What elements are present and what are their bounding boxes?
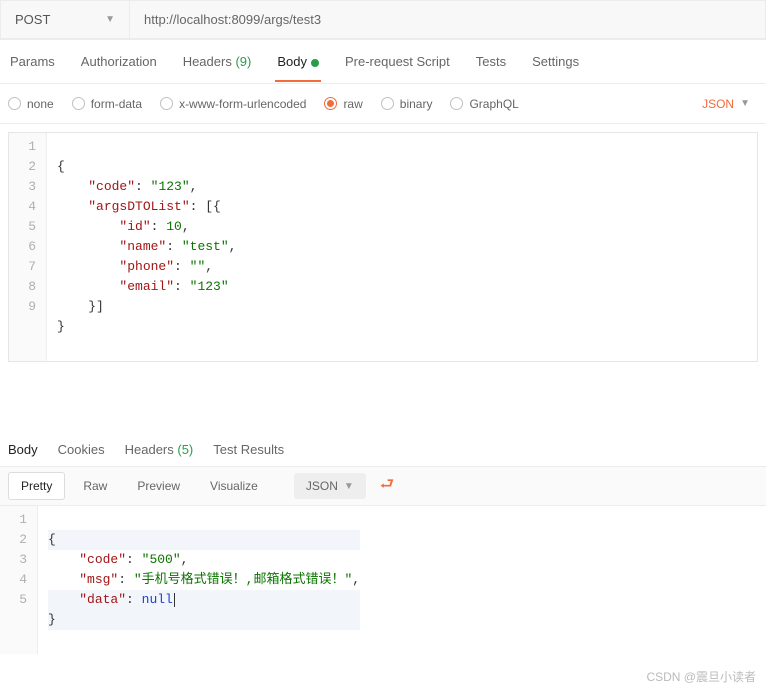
- tab-body[interactable]: Body: [275, 42, 321, 81]
- radio-urlencoded[interactable]: x-www-form-urlencoded: [160, 97, 306, 111]
- editor-code[interactable]: { "code": "500", "msg": "手机号格式错误！,邮箱格式错误…: [38, 506, 370, 654]
- tab-params[interactable]: Params: [8, 42, 57, 81]
- view-raw[interactable]: Raw: [71, 473, 119, 499]
- chevron-down-icon: ▼: [740, 98, 750, 109]
- tab-tests[interactable]: Tests: [474, 42, 508, 81]
- editor-code[interactable]: { "code": "123", "argsDTOList": [{ "id":…: [47, 133, 246, 361]
- view-preview[interactable]: Preview: [125, 473, 192, 499]
- url-input[interactable]: http://localhost:8099/args/test3: [130, 0, 766, 39]
- resp-tab-test-results[interactable]: Test Results: [213, 434, 284, 465]
- response-body-editor[interactable]: 1 2 3 4 5 { "code": "500", "msg": "手机号格式…: [0, 506, 766, 654]
- body-type-row: none form-data x-www-form-urlencoded raw…: [0, 84, 766, 124]
- wrap-lines-icon[interactable]: ⮐: [372, 469, 402, 504]
- editor-gutter: 1 2 3 4 5 6 7 8 9: [9, 133, 47, 361]
- radio-form-data[interactable]: form-data: [72, 97, 142, 111]
- watermark: CSDN @震旦小读者: [0, 654, 766, 691]
- request-body-editor[interactable]: 1 2 3 4 5 6 7 8 9 { "code": "123", "args…: [8, 132, 758, 362]
- response-format-select[interactable]: JSON ▼: [294, 473, 366, 499]
- resp-tab-body[interactable]: Body: [8, 434, 38, 465]
- resp-tab-headers[interactable]: Headers (5): [125, 434, 194, 465]
- view-pretty[interactable]: Pretty: [8, 472, 65, 500]
- tab-settings[interactable]: Settings: [530, 42, 581, 81]
- tab-authorization[interactable]: Authorization: [79, 42, 159, 81]
- radio-none[interactable]: none: [8, 97, 54, 111]
- response-view-row: Pretty Raw Preview Visualize JSON ▼ ⮐: [0, 466, 766, 506]
- view-visualize[interactable]: Visualize: [198, 473, 270, 499]
- url-value: http://localhost:8099/args/test3: [144, 12, 321, 27]
- editor-gutter: 1 2 3 4 5: [0, 506, 38, 654]
- body-format-select[interactable]: JSON ▼: [702, 97, 758, 111]
- resp-tab-cookies[interactable]: Cookies: [58, 434, 105, 465]
- request-tabs: Params Authorization Headers (9) Body Pr…: [0, 40, 766, 84]
- radio-graphql[interactable]: GraphQL: [450, 97, 518, 111]
- chevron-down-icon: ▼: [344, 481, 354, 492]
- tab-prerequest[interactable]: Pre-request Script: [343, 42, 452, 81]
- http-method-value: POST: [15, 12, 50, 27]
- radio-raw[interactable]: raw: [324, 97, 362, 111]
- http-method-select[interactable]: POST ▼: [0, 0, 130, 39]
- response-tabs: Body Cookies Headers (5) Test Results: [0, 432, 766, 466]
- text-cursor-icon: [174, 593, 175, 607]
- radio-binary[interactable]: binary: [381, 97, 433, 111]
- chevron-down-icon: ▼: [105, 14, 115, 25]
- dot-indicator-icon: [311, 59, 319, 67]
- tab-headers[interactable]: Headers (9): [181, 42, 254, 81]
